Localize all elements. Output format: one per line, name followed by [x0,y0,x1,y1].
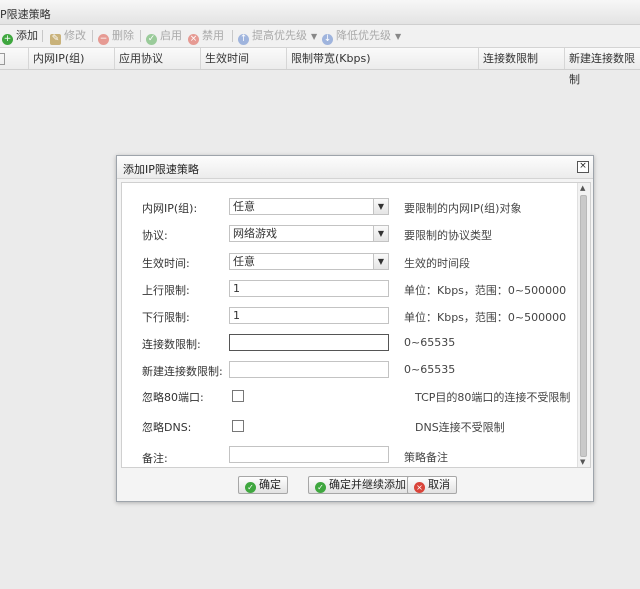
lower-priority-button[interactable]: ↓ 降低优先级 ▼ [322,29,402,45]
dialog-header: 添加IP限速策略 × [117,156,593,179]
dialog-form: 内网IP(组): 任意 ▼ 要限制的内网IP(组)对象 协议: 网络游戏 ▼ 要… [121,182,591,468]
scroll-up-icon[interactable]: ▲ [580,184,585,192]
new-connection-limit-hint: 0~65535 [404,363,456,376]
connection-limit-input[interactable] [229,334,389,351]
arrow-down-icon: ↓ [322,34,333,45]
connection-limit-hint: 0~65535 [404,336,456,349]
toolbar-divider [232,30,233,42]
dialog-title: 添加IP限速策略 [123,163,199,176]
window-title: P限速策略 [0,8,51,21]
scrollbar-thumb[interactable] [580,195,587,457]
ip-group-hint: 要限制的内网IP(组)对象 [404,202,522,215]
ip-group-select[interactable]: 任意 ▼ [229,198,389,215]
toolbar-divider [140,30,141,42]
add-icon: + [2,34,13,45]
time-select[interactable]: 任意 ▼ [229,253,389,270]
ok-continue-button[interactable]: ✓ 确定并继续添加 [308,476,413,494]
check-icon: ✓ [146,34,157,45]
column-header[interactable]: 新建连接数限制 [564,48,640,86]
close-icon[interactable]: × [577,161,589,173]
add-ip-rate-limit-dialog: 添加IP限速策略 × 内网IP(组): 任意 ▼ 要限制的内网IP(组)对象 协… [116,155,594,502]
table-header: 内网IP(组) 应用协议 生效时间 限制带宽(Kbps) 连接数限制 新建连接数… [0,48,640,86]
download-limit-input[interactable]: 1 [229,307,389,324]
scroll-down-icon[interactable]: ▼ [580,458,585,466]
delete-button[interactable]: − 删除 [98,29,134,45]
ignore-dns-checkbox[interactable] [232,420,244,432]
new-connection-limit-input[interactable] [229,361,389,378]
download-limit-hint: 单位：Kbps，范围：0~500000 [404,311,567,324]
column-header[interactable]: 应用协议 [114,48,200,69]
ignore-dns-hint: DNS连接不受限制 [415,421,505,434]
delete-icon: − [98,34,109,45]
chevron-down-icon[interactable]: ▼ [373,254,388,269]
form-scrollbar[interactable]: ▲ ▼ [577,183,590,467]
note-label: 备注: [142,452,168,465]
window-titlebar: P限速策略 [0,0,640,25]
edit-icon: ✎ [50,34,61,45]
cancel-icon: × [414,482,425,493]
add-button[interactable]: + 添加 [2,29,38,45]
upload-limit-label: 上行限制: [142,284,190,297]
cancel-button[interactable]: × 取消 [407,476,457,494]
ignore-port80-hint: TCP目的80端口的连接不受限制 [415,391,571,404]
time-hint: 生效的时间段 [404,257,470,270]
check-icon: ✓ [245,482,256,493]
disable-icon: × [188,34,199,45]
ignore-port80-checkbox[interactable] [232,390,244,402]
toolbar: + 添加 ✎ 修改 − 删除 ✓ 启用 × 禁用 ↑ 提高优先级 ▼ ↓ 降低优先级 ▼ [0,25,640,48]
raise-priority-button[interactable]: ↑ 提高优先级 ▼ [238,29,318,45]
ip-group-label: 内网IP(组): [142,202,198,215]
protocol-label: 协议: [142,229,168,242]
protocol-hint: 要限制的协议类型 [404,229,492,242]
toolbar-divider [92,30,93,42]
column-header[interactable]: 生效时间 [200,48,286,69]
arrow-up-icon: ↑ [238,34,249,45]
note-input[interactable] [229,446,389,463]
upload-limit-hint: 单位：Kbps，范围：0~500000 [404,284,567,297]
chevron-down-icon[interactable]: ▼ [373,226,388,241]
disable-button[interactable]: × 禁用 [188,29,224,45]
protocol-select[interactable]: 网络游戏 ▼ [229,225,389,242]
download-limit-label: 下行限制: [142,311,190,324]
upload-limit-input[interactable]: 1 [229,280,389,297]
chevron-down-icon: ▼ [311,32,318,41]
connection-limit-label: 连接数限制: [142,338,201,351]
enable-button[interactable]: ✓ 启用 [146,29,182,45]
ok-button[interactable]: ✓ 确定 [238,476,288,494]
check-icon: ✓ [315,482,326,493]
chevron-down-icon: ▼ [395,32,402,41]
time-label: 生效时间: [142,257,190,270]
column-header[interactable]: 内网IP(组) [28,48,114,69]
ignore-dns-label: 忽略DNS: [142,421,192,434]
new-connection-limit-label: 新建连接数限制: [142,365,223,378]
column-header[interactable]: 连接数限制 [478,48,564,69]
edit-button[interactable]: ✎ 修改 [50,29,86,45]
column-header[interactable]: 限制带宽(Kbps) [286,48,478,69]
chevron-down-icon[interactable]: ▼ [373,199,388,214]
toolbar-divider [42,30,43,42]
select-all-checkbox[interactable] [0,53,5,65]
ignore-port80-label: 忽略80端口: [142,391,204,404]
note-hint: 策略备注 [404,451,448,464]
